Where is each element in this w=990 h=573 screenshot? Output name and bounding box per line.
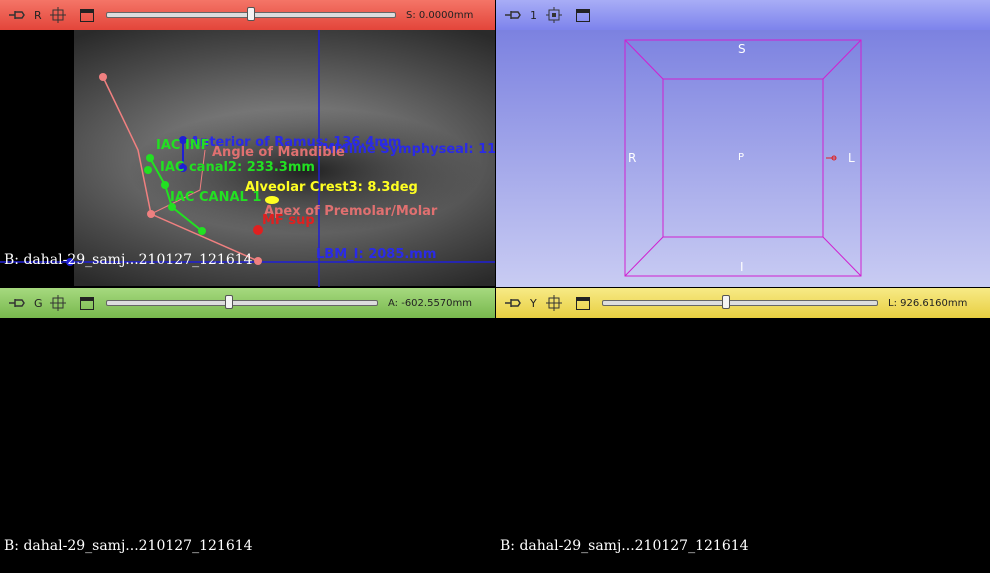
- pin-icon[interactable]: [504, 297, 522, 309]
- link-icon[interactable]: [546, 295, 562, 311]
- orientation-label-left: L: [848, 151, 855, 165]
- slice-offset-value: A: -602.5570mm: [388, 297, 473, 309]
- 3d-view[interactable]: 1 S R P L I: [496, 0, 990, 287]
- maximize-icon[interactable]: [80, 296, 94, 310]
- annotation-iac-inf: IAC INF: [156, 138, 210, 153]
- orientation-label-inferior: I: [740, 260, 744, 274]
- annotation-symphyseal: Midline Symphyseal: 1105.mm: [322, 142, 495, 157]
- volume-caption: B: dahal-29_samj...210127_121614: [500, 538, 749, 554]
- annotation-iac-canal1: IAC CANAL 1: [170, 190, 262, 205]
- slice-offset-slider[interactable]: [602, 295, 878, 309]
- maximize-icon[interactable]: [576, 296, 590, 310]
- red-slice-view[interactable]: R S: 0.0000mm Anterior of Ramus: 136.4mm…: [0, 0, 495, 287]
- green-view-controller-bar: G A: -602.5570mm: [0, 288, 495, 318]
- slider-handle[interactable]: [224, 295, 233, 309]
- annotation-angle: Angle of Mandible: [212, 145, 345, 160]
- annotation-iac-canal2: IAC canal2: 233.3mm: [160, 160, 315, 175]
- view-letter: Y: [530, 296, 537, 310]
- annotation-mf-sup: MF sup: [262, 213, 315, 228]
- view-letter: G: [34, 296, 43, 310]
- volume-caption: B: dahal-29_samj...210127_121614: [4, 538, 253, 554]
- yellow-view-controller-bar: Y L: 926.6160mm: [496, 288, 990, 318]
- orientation-label-posterior: P: [738, 152, 745, 163]
- annotation-alveolar: Alveolar Crest3: 8.3deg: [245, 180, 418, 195]
- slice-offset-slider[interactable]: [106, 295, 378, 309]
- pin-icon[interactable]: [8, 297, 26, 309]
- annotation-lbm: LBM_I: 2085.mm: [316, 247, 437, 262]
- yellow-slice-view[interactable]: Y L: 926.6160mm B: dahal-29_samj...21012…: [496, 288, 990, 573]
- green-slice-view[interactable]: G A: -602.5570mm B: dahal-29_samj...2101…: [0, 288, 495, 573]
- orientation-label-right: R: [628, 151, 637, 165]
- link-icon[interactable]: [50, 295, 66, 311]
- slice-offset-value: L: 926.6160mm: [888, 297, 968, 309]
- orientation-label-superior: S: [738, 42, 746, 56]
- volume-caption: B: dahal-29_samj...210127_121614: [4, 252, 253, 268]
- slider-handle[interactable]: [722, 295, 731, 309]
